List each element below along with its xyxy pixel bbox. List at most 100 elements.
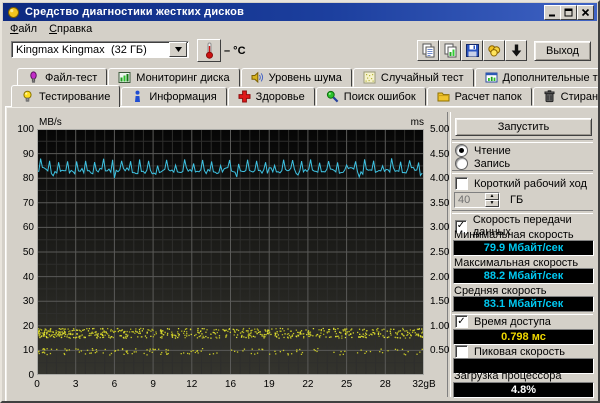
app-window: Средство диагностики жестких дисков Файл… <box>0 0 600 403</box>
x-axis-tick: 0 <box>21 379 53 390</box>
maximize-icon <box>564 8 573 17</box>
copy-button[interactable] <box>417 40 439 61</box>
tab-health[interactable]: Здоровье <box>228 87 315 106</box>
y-axis-left-tick: 80 <box>8 173 34 184</box>
y-axis-left-tick: 30 <box>8 296 34 307</box>
tab-label: Мониторинг диска <box>136 72 229 84</box>
minimize-button[interactable] <box>544 5 561 20</box>
short-stroke-label: Короткий рабочий ход <box>474 178 587 190</box>
drive-select-arrow[interactable] <box>169 42 187 57</box>
maximize-button[interactable] <box>560 5 577 20</box>
spinner-buttons[interactable]: ▲▼ <box>485 193 499 207</box>
tab-label: Информация <box>149 91 216 103</box>
radio-read[interactable]: Чтение <box>455 144 511 157</box>
copy-report-icon <box>443 43 458 58</box>
tab-disk-monitor[interactable]: Мониторинг диска <box>108 68 239 87</box>
menu-file[interactable]: Файл <box>10 23 37 35</box>
tab-label: Здоровье <box>256 91 305 103</box>
spin-up-icon[interactable]: ▲ <box>485 193 499 200</box>
y-axis-left-tick: 50 <box>8 247 34 258</box>
tab-erase[interactable]: Стирание <box>533 87 600 106</box>
x-axis-tick: 28 <box>369 379 401 390</box>
health-icon <box>238 90 251 103</box>
random-test-icon <box>363 71 376 84</box>
gb-unit-label: ГБ <box>510 194 523 206</box>
start-button[interactable]: Запустить <box>455 118 592 136</box>
app-icon <box>7 6 20 19</box>
tab-testing[interactable]: Тестирование <box>11 85 120 107</box>
spin-down-icon[interactable]: ▼ <box>485 200 499 207</box>
y-axis-left-tick: 70 <box>8 198 34 209</box>
short-stroke-checkbox[interactable]: Короткий рабочий ход <box>455 177 587 190</box>
save-icon <box>465 43 480 58</box>
checkbox-box <box>455 177 468 190</box>
x-axis-tick: 3 <box>60 379 92 390</box>
noise-level-icon <box>251 71 264 84</box>
tab-additional-tests[interactable]: Дополнительные тесты <box>475 68 600 87</box>
x-axis-tick: 19 <box>253 379 285 390</box>
radio-dot <box>455 157 468 170</box>
copy-report-button[interactable] <box>439 40 461 61</box>
temperature-label: – °C <box>224 45 246 57</box>
x-axis-tick: 16 <box>215 379 247 390</box>
tab-error-search[interactable]: Поиск ошибок <box>316 87 426 106</box>
radio-write[interactable]: Запись <box>455 157 510 170</box>
tab-random-test[interactable]: Случайный тест <box>353 68 474 87</box>
y-axis-left-tick: 10 <box>8 345 34 356</box>
menu-help[interactable]: Справка <box>49 23 92 35</box>
max-speed-value: 88.2 Мбайт/сек <box>453 268 594 284</box>
access-time-checkbox[interactable]: ✓ Время доступа <box>455 315 551 328</box>
x-axis-tick: 22 <box>292 379 324 390</box>
radio-read-label: Чтение <box>474 145 511 157</box>
coins-button[interactable] <box>483 40 505 61</box>
save-button[interactable] <box>461 40 483 61</box>
tab-information[interactable]: Информация <box>121 87 226 106</box>
erase-icon <box>543 90 556 103</box>
right-axis-unit: ms <box>400 117 424 128</box>
burst-rate-checkbox[interactable]: Пиковая скорость <box>455 345 565 358</box>
copy-icon <box>421 43 436 58</box>
drive-capacity: (32 ГБ) <box>111 44 147 56</box>
y-axis-left-tick: 40 <box>8 272 34 283</box>
minimize-icon <box>548 8 557 17</box>
cpu-usage-label: Загрузка процессора <box>454 370 562 382</box>
y-axis-left-tick: 20 <box>8 321 34 332</box>
checkbox-box <box>455 345 468 358</box>
tab-folder-calc[interactable]: Расчет папок <box>427 87 532 106</box>
x-axis-tick: 25 <box>331 379 363 390</box>
exit-button[interactable]: Выход <box>534 41 591 61</box>
short-stroke-size-spinner[interactable]: 40 ▲▼ <box>454 192 500 208</box>
title-bar: Средство диагностики жестких дисков <box>3 3 597 21</box>
temperature-button[interactable] <box>197 39 221 62</box>
burst-rate-label: Пиковая скорость <box>474 346 565 358</box>
tab-label: Тестирование <box>39 91 110 103</box>
drive-name: Kingmax Kingmax <box>16 44 111 56</box>
tab-row-front: Тестирование Информация Здоровье Поиск о… <box>11 87 600 109</box>
download-button[interactable] <box>505 40 527 61</box>
radio-write-label: Запись <box>474 158 510 170</box>
testing-icon <box>21 90 34 103</box>
drive-select[interactable]: Kingmax Kingmax (32 ГБ) <box>11 41 189 58</box>
y-axis-left-tick: 60 <box>8 222 34 233</box>
tab-label: Файл-тест <box>45 72 97 84</box>
disk-monitor-icon <box>118 71 131 84</box>
tab-label: Поиск ошибок <box>344 91 416 103</box>
tab-noise-level[interactable]: Уровень шума <box>241 68 352 87</box>
tab-label: Стирание <box>561 91 600 103</box>
error-search-icon <box>326 90 339 103</box>
chevron-down-icon <box>175 47 182 52</box>
close-button[interactable] <box>577 5 594 20</box>
x-axis-tick: 32gB <box>408 379 440 390</box>
separator <box>452 139 593 143</box>
min-speed-value: 79.9 Мбайт/сек <box>453 240 594 256</box>
x-axis-tick: 6 <box>98 379 130 390</box>
y-axis-left-tick: 100 <box>8 124 34 135</box>
checkbox-box: ✓ <box>455 315 468 328</box>
menu-bar: Файл Справка <box>3 21 600 36</box>
benchmark-chart <box>37 129 424 375</box>
window-title: Средство диагностики жестких дисков <box>25 6 244 18</box>
file-test-icon <box>27 71 40 84</box>
down-arrow-icon <box>509 43 524 58</box>
spinner-value: 40 <box>455 193 485 207</box>
tab-label: Дополнительные тесты <box>503 72 600 84</box>
